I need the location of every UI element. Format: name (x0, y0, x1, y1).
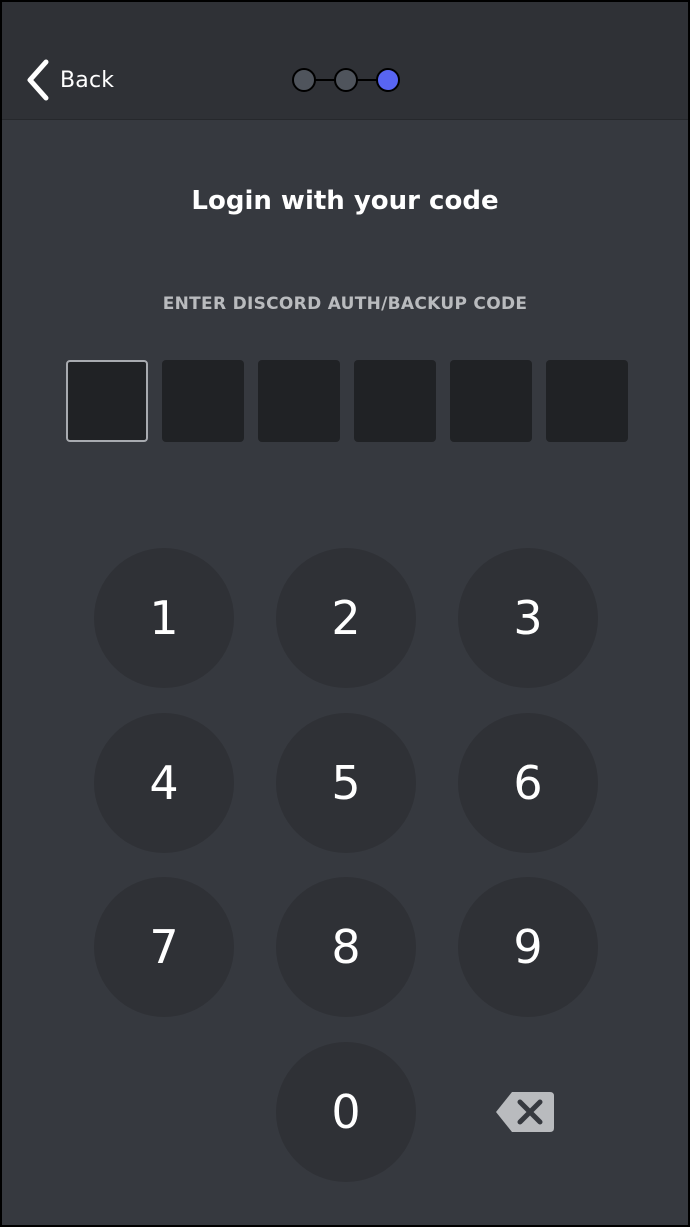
key-1[interactable]: 1 (94, 548, 234, 688)
code-digit-box-4[interactable] (354, 360, 436, 442)
code-digit-box-5[interactable] (450, 360, 532, 442)
key-3[interactable]: 3 (458, 548, 598, 688)
key-7[interactable]: 7 (94, 877, 234, 1017)
header-bar: Back (2, 2, 688, 120)
code-digit-box-2[interactable] (162, 360, 244, 442)
key-4[interactable]: 4 (94, 713, 234, 853)
chevron-left-icon (27, 59, 49, 101)
code-input-label: ENTER DISCORD AUTH/BACKUP CODE (162, 294, 528, 314)
key-9[interactable]: 9 (458, 877, 598, 1017)
code-digit-box-1[interactable] (66, 360, 148, 442)
back-button[interactable]: Back (24, 58, 114, 102)
page-title: Login with your code (191, 186, 499, 216)
back-label: Back (60, 67, 115, 93)
key-8[interactable]: 8 (276, 877, 416, 1017)
key-6[interactable]: 6 (458, 713, 598, 853)
code-digit-box-6[interactable] (546, 360, 628, 442)
key-5[interactable]: 5 (276, 713, 416, 853)
login-code-screen: Back Login with your code ENTER DISCORD … (0, 0, 690, 1227)
progress-stepper (290, 66, 402, 94)
code-digit-box-3[interactable] (258, 360, 340, 442)
backspace-button[interactable] (494, 1090, 556, 1134)
step-3-dot (376, 68, 400, 92)
code-input-group[interactable] (66, 360, 628, 442)
step-1-dot (292, 68, 316, 92)
key-0[interactable]: 0 (276, 1042, 416, 1182)
step-2-dot (334, 68, 358, 92)
backspace-icon (496, 1092, 554, 1132)
key-2[interactable]: 2 (276, 548, 416, 688)
